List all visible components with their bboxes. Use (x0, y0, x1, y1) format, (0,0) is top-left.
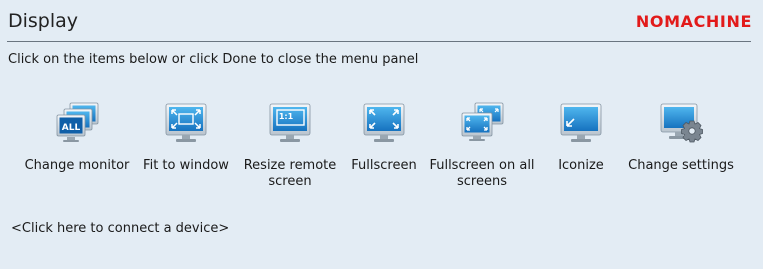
change-settings-button[interactable]: Change settings (624, 100, 738, 174)
header-divider (7, 41, 751, 42)
fullscreen-button[interactable]: Fullscreen (348, 100, 420, 174)
fullscreen-all-screens-button[interactable]: Fullscreen on all screens (428, 100, 536, 190)
all-badge: ALL (62, 123, 81, 133)
iconize-label: Iconize (558, 158, 604, 173)
display-options: ALL Change monitor Fit to window 1:1 Res… (0, 100, 763, 210)
instructions-text: Click on the items below or click Done t… (8, 52, 419, 67)
fit-to-window-icon (161, 100, 211, 146)
change-monitor-label: Change monitor (24, 158, 130, 173)
resize-remote-screen-icon: 1:1 (265, 100, 315, 146)
fullscreen-icon (359, 100, 409, 146)
iconize-button[interactable]: Iconize (548, 100, 614, 174)
panel-header: Display NOMACHINE (0, 0, 763, 42)
fullscreen-all-screens-label: Fullscreen on all screens (429, 158, 535, 189)
fit-to-window-button[interactable]: Fit to window (140, 100, 232, 174)
resize-remote-screen-button[interactable]: 1:1 Resize remote screen (241, 100, 339, 190)
fullscreen-all-screens-icon (457, 100, 507, 146)
change-settings-icon (656, 100, 706, 146)
fullscreen-label: Fullscreen (351, 158, 417, 173)
panel-title: Display (8, 10, 79, 32)
nomachine-logo: NOMACHINE (635, 12, 752, 31)
change-monitor-button[interactable]: ALL Change monitor (23, 100, 131, 174)
iconize-icon (556, 100, 606, 146)
fit-to-window-label: Fit to window (143, 158, 229, 173)
change-monitor-icon: ALL (52, 100, 102, 146)
resize-remote-screen-label: Resize remote screen (243, 158, 337, 189)
connect-device-link[interactable]: <Click here to connect a device> (11, 221, 229, 236)
change-settings-label: Change settings (628, 158, 734, 173)
one-to-one-badge: 1:1 (279, 112, 294, 121)
